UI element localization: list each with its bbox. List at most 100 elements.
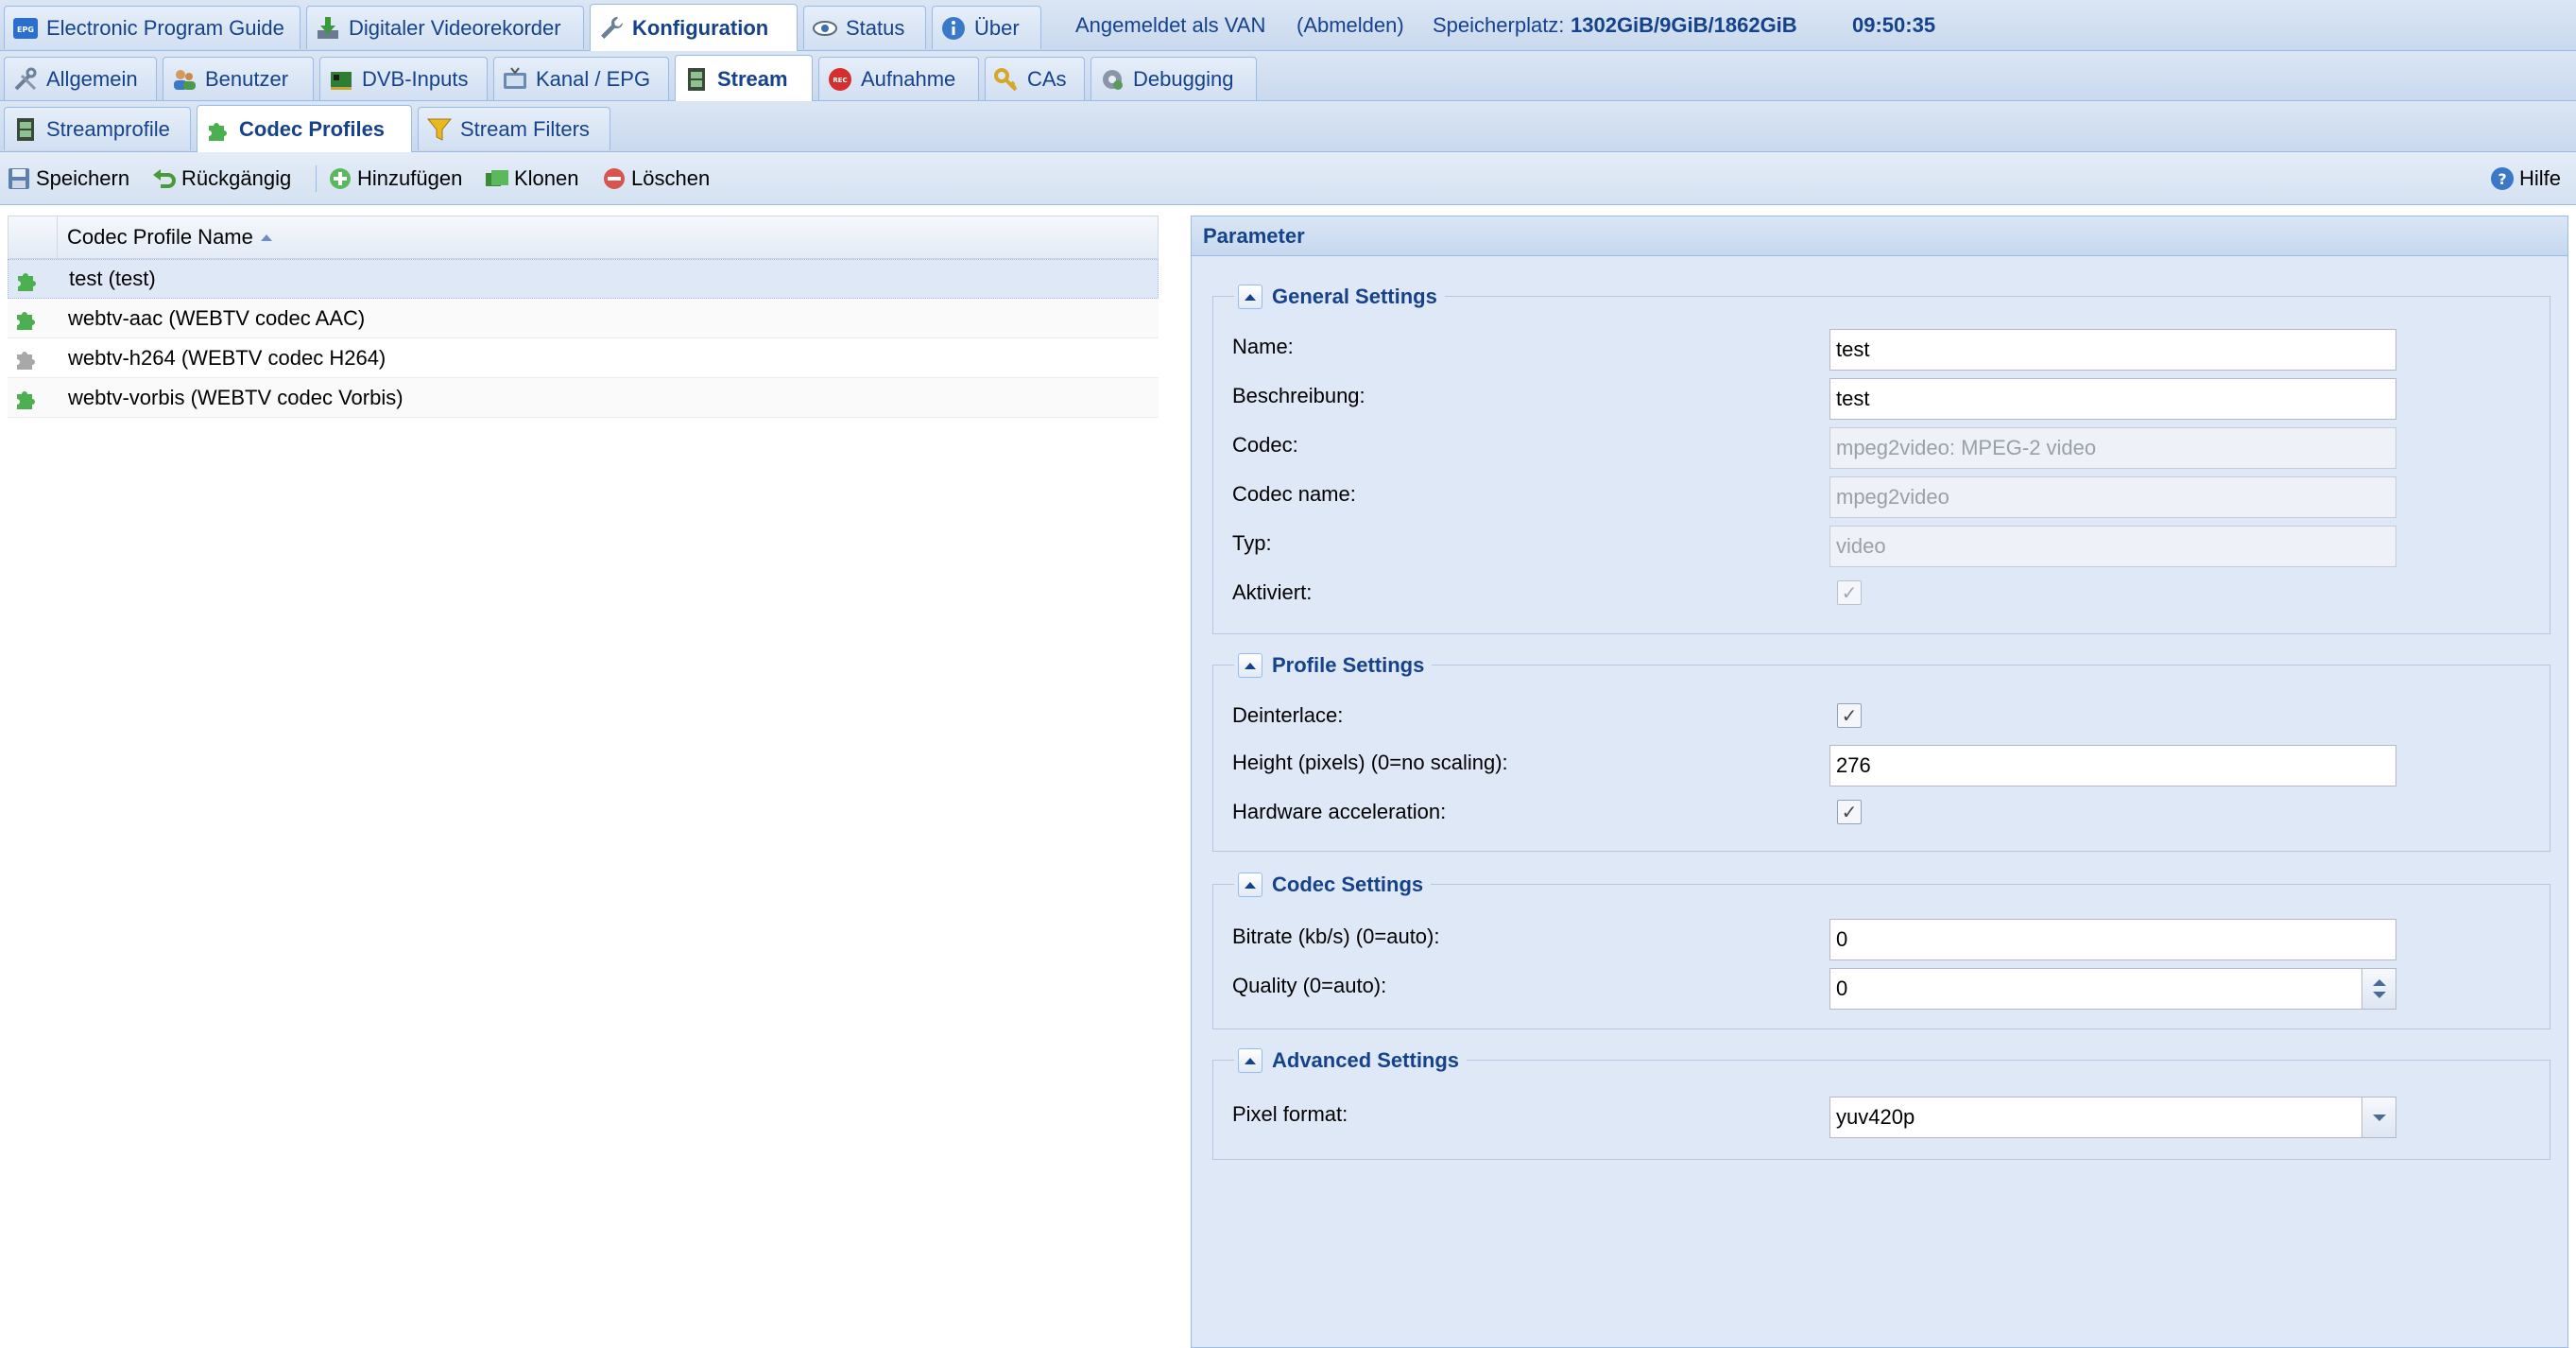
chevron-down-icon (2372, 1114, 2386, 1121)
tv-icon (502, 66, 528, 93)
description-label: Beschreibung: (1232, 384, 1365, 407)
eye-icon (812, 15, 838, 42)
svg-text:EPG: EPG (17, 26, 34, 34)
codec-profile-grid: Codec Profile Name test (test) webtv-aac… (8, 216, 1159, 418)
tab-label: Codec Profiles (239, 116, 386, 141)
puzzle-icon (13, 305, 40, 337)
config-tabbar: Allgemein Benutzer DVB-Inputs Kanal / EP… (0, 51, 2576, 102)
quality-stepper[interactable]: 0 (1829, 968, 2396, 1010)
info-icon (940, 15, 967, 42)
collapse-icon (1245, 293, 1256, 301)
dropdown-trigger[interactable] (2361, 1097, 2396, 1137)
profile-settings-fieldset: Profile Settings Deinterlace: ✓ Height (… (1212, 650, 2550, 852)
dvb-card-icon (328, 66, 354, 93)
add-button[interactable]: Hinzufügen (327, 162, 462, 196)
tools-icon (12, 66, 39, 93)
tab-label: DVB-Inputs (362, 66, 469, 91)
legend-label: Profile Settings (1272, 653, 1425, 677)
tab-kanal-epg[interactable]: Kanal / EPG (493, 57, 669, 100)
tab-label: Allgemein (46, 66, 138, 91)
name-field[interactable]: test (1829, 329, 2396, 371)
bitrate-label: Bitrate (kb/s) (0=auto): (1232, 925, 1440, 948)
quality-label: Quality (0=auto): (1232, 974, 1387, 997)
tab-epg[interactable]: EPG Electronic Program Guide (4, 6, 301, 49)
panel-title: Parameter (1192, 216, 2567, 256)
legend-label: General Settings (1272, 285, 1437, 308)
tab-stream-filters[interactable]: Stream Filters (418, 107, 610, 150)
toolbar: Speichern Rückgängig Hinzufügen Klonen L… (0, 152, 2576, 205)
logout-link[interactable]: (Abmelden) (1297, 0, 1404, 51)
tab-streamprofile[interactable]: Streamprofile (4, 107, 191, 150)
type-field: video (1829, 526, 2396, 567)
tab-allgemein[interactable]: Allgemein (4, 57, 157, 100)
column-header-codec-profile-name[interactable]: Codec Profile Name (67, 216, 272, 258)
codec-field: mpeg2video: MPEG-2 video (1829, 427, 2396, 469)
row-name: webtv-h264 (WEBTV codec H264) (68, 345, 386, 370)
bitrate-field[interactable]: 0 (1829, 919, 2396, 960)
tab-label: Benutzer (205, 66, 289, 91)
bug-gear-icon (1099, 66, 1125, 93)
table-row[interactable]: webtv-h264 (WEBTV codec H264) (8, 338, 1159, 378)
grid-header: Codec Profile Name (8, 216, 1159, 259)
save-label: Speichern (36, 166, 130, 190)
tab-benutzer[interactable]: Benutzer (163, 57, 314, 100)
deinterlace-checkbox[interactable]: ✓ (1837, 703, 1862, 728)
profile-settings-legend: Profile Settings (1234, 650, 1433, 681)
help-label: Hilfe (2519, 166, 2562, 190)
advanced-settings-fieldset: Advanced Settings Pixel format: yuv420p (1212, 1046, 2550, 1160)
tab-dvr[interactable]: Digitaler Videorekorder (306, 6, 584, 49)
users-icon (171, 66, 197, 93)
tab-dvb-inputs[interactable]: DVB-Inputs (319, 57, 488, 100)
deinterlace-label: Deinterlace: (1232, 703, 1344, 727)
tab-label: Status (846, 15, 905, 40)
puzzle-icon (14, 267, 41, 299)
main-tabbar: EPG Electronic Program Guide Digitaler V… (0, 0, 2576, 51)
pixel-format-select[interactable]: yuv420p (1829, 1097, 2396, 1138)
tab-konfiguration[interactable]: Konfiguration (590, 4, 798, 51)
row-name: webtv-aac (WEBTV codec AAC) (68, 305, 366, 330)
delete-icon (601, 165, 627, 192)
save-button[interactable]: Speichern (6, 162, 129, 196)
spinner-trigger[interactable] (2361, 969, 2396, 1009)
name-label: Name: (1232, 335, 1294, 358)
codec-settings-legend: Codec Settings (1234, 870, 1432, 900)
tab-aufnahme[interactable]: REC Aufnahme (818, 57, 979, 100)
height-field[interactable]: 276 (1829, 745, 2396, 786)
collapse-general-button[interactable] (1238, 285, 1262, 309)
tab-stream[interactable]: Stream (675, 55, 813, 102)
tab-label: Konfiguration (632, 15, 769, 40)
description-field[interactable]: test (1829, 378, 2396, 420)
spin-up-icon[interactable] (2372, 979, 2386, 986)
puzzle-icon (13, 385, 40, 417)
table-row[interactable]: test (test) (8, 259, 1159, 299)
tab-cas[interactable]: CAs (985, 57, 1085, 100)
table-row[interactable]: webtv-aac (WEBTV codec AAC) (8, 299, 1159, 338)
undo-label: Rückgängig (181, 166, 292, 190)
row-name: webtv-vorbis (WEBTV codec Vorbis) (68, 385, 404, 409)
hwaccel-checkbox[interactable]: ✓ (1837, 800, 1862, 824)
table-row[interactable]: webtv-vorbis (WEBTV codec Vorbis) (8, 378, 1159, 418)
tab-ueber[interactable]: Über (932, 6, 1041, 49)
delete-button[interactable]: Löschen (601, 162, 710, 196)
collapse-codec-button[interactable] (1238, 873, 1262, 897)
tab-label: Digitaler Videorekorder (349, 15, 561, 40)
enabled-checkbox: ✓ (1837, 580, 1862, 605)
tab-debugging[interactable]: Debugging (1091, 57, 1257, 100)
storage-value: 1302GiB/9GiB/1862GiB (1571, 13, 1797, 37)
collapse-advanced-button[interactable] (1238, 1048, 1262, 1073)
clone-icon (484, 165, 510, 192)
sort-ascending-icon (260, 233, 272, 241)
spin-down-icon[interactable] (2372, 992, 2386, 998)
puzzle-disabled-icon (13, 345, 40, 377)
svg-text:REC: REC (833, 77, 847, 84)
help-button[interactable]: ? Hilfe (2489, 162, 2561, 196)
pixel-format-value: yuv420p (1836, 1105, 1915, 1129)
help-icon: ? (2489, 165, 2516, 192)
undo-button[interactable]: Rückgängig (151, 162, 291, 196)
tab-codec-profiles[interactable]: Codec Profiles (197, 105, 412, 152)
tab-status[interactable]: Status (803, 6, 926, 49)
clone-button[interactable]: Klonen (484, 162, 579, 196)
collapse-profile-button[interactable] (1238, 653, 1262, 678)
delete-label: Löschen (631, 166, 711, 190)
enabled-label: Aktiviert: (1232, 580, 1313, 604)
